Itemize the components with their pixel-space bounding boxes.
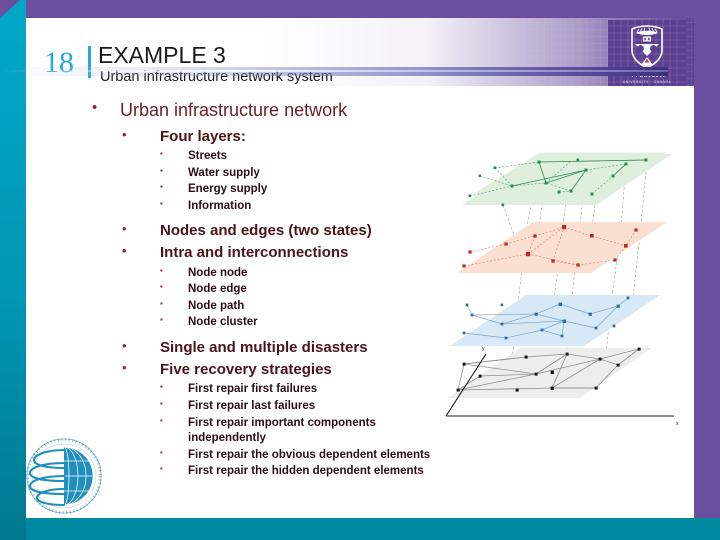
slide: 18 EXAMPLE 3 Urban infrastructure networ… [0, 0, 720, 540]
right-purple-band [694, 0, 720, 540]
network-layer-energy [457, 222, 667, 273]
axis-x-label: x [676, 421, 679, 427]
list-item: Node edge [160, 282, 438, 298]
list-item: Node cluster [160, 315, 438, 331]
list-item: First repair last failures [160, 399, 438, 415]
top-purple-band [0, 0, 720, 18]
bullet-four-layers: Four layers: [122, 127, 450, 147]
network-layer-streets [448, 347, 652, 398]
list-item: First repair important components indepe… [160, 416, 438, 447]
bullet-nodes-and-edges: Nodes and edges (two states) [122, 221, 450, 241]
network-layer-water [450, 295, 660, 346]
multilayer-network-diagram: x y [445, 152, 679, 427]
list-item: Node path [160, 299, 438, 315]
corner-notch [0, 0, 20, 18]
page-title: EXAMPLE 3 [98, 42, 226, 68]
header-divider-rule [0, 67, 668, 76]
bullet-single-and-multiple-disasters: Single and multiple disasters [122, 338, 450, 358]
axis-y-label: y [482, 346, 485, 352]
slide-header: 18 EXAMPLE 3 Urban infrastructure networ… [26, 18, 694, 88]
list-item: First repair first failures [160, 382, 438, 398]
list-item: First repair the hidden dependent elemen… [160, 464, 438, 480]
list-item: Information [160, 199, 438, 215]
bullet-intra-and-interconnections: Intra and interconnections [122, 243, 450, 263]
network-layer-information [462, 152, 672, 207]
bullet-urban-infrastructure-network: Urban infrastructure network [92, 99, 450, 122]
list-item: First repair the obvious dependent eleme… [160, 448, 438, 464]
list-item: Streets [160, 149, 438, 165]
western-university-logo: Western UNIVERSITY · CANADA [608, 20, 686, 86]
bullet-five-recovery-strategies: Five recovery strategies [122, 360, 450, 380]
list-item: Node node [160, 266, 438, 282]
list-item: Energy supply [160, 182, 438, 198]
western-tagline: UNIVERSITY · CANADA [623, 80, 672, 84]
slide-body: Urban infrastructure network Four layers… [60, 99, 450, 481]
list-item: Water supply [160, 166, 438, 182]
resilient-communities-globe-logo [25, 437, 103, 515]
